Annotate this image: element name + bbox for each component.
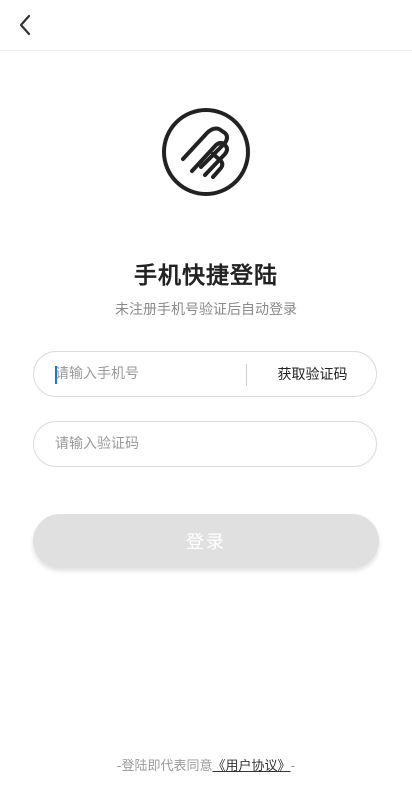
top-bar (0, 0, 412, 51)
agreement-text: -登陆即代表同意《用户协议》- (0, 755, 412, 774)
get-code-button[interactable]: 获取验证码 (247, 352, 378, 396)
text-caret (55, 366, 57, 384)
login-button[interactable]: 登录 (33, 514, 379, 568)
chevron-left-icon[interactable] (18, 14, 32, 36)
user-agreement-link[interactable]: 《用户协议》 (212, 759, 290, 774)
agreement-suffix: - (290, 759, 296, 774)
back-button[interactable] (10, 10, 40, 40)
code-field (33, 421, 377, 467)
agreement-prefix: -登陆即代表同意 (116, 759, 213, 774)
page-subtitle: 未注册手机号验证后自动登录 (115, 302, 297, 318)
code-input[interactable] (55, 422, 355, 466)
phone-field: 获取验证码 (33, 351, 377, 397)
phone-input[interactable] (55, 352, 240, 396)
brand-logo-icon (162, 108, 250, 196)
page-title: 手机快捷登陆 (134, 263, 278, 289)
